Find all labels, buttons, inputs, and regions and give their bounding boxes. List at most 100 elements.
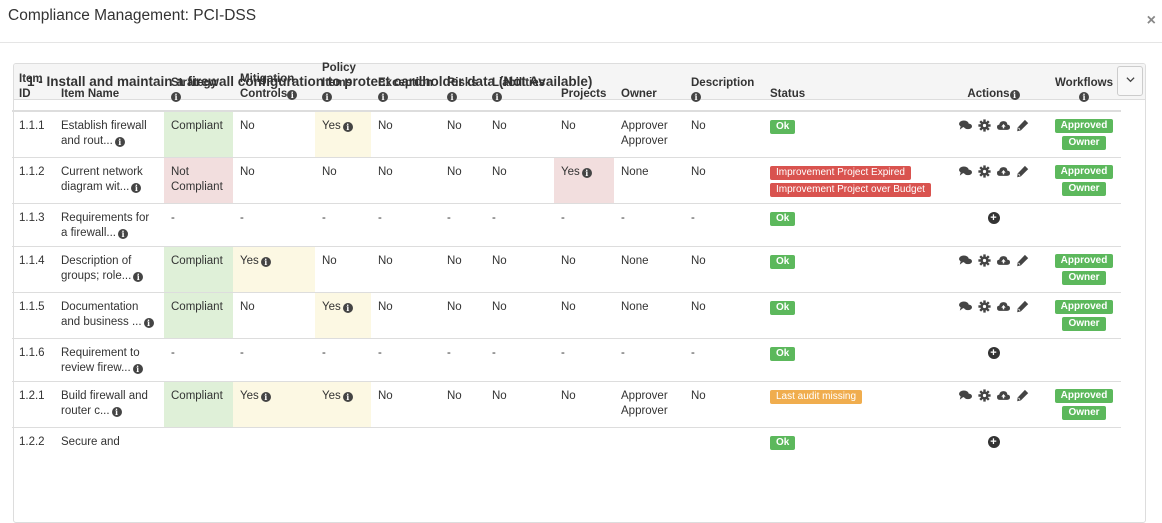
table-row: 1.1.4 Description of groups; role... i Comp…	[12, 245, 1121, 292]
pencil-icon[interactable]	[1016, 254, 1029, 267]
header-row: Item ID Item Name Strategy i Mitigation C…	[12, 61, 1121, 112]
cell-item-name[interactable]: Secure and	[54, 426, 164, 470]
cell-risks: -	[440, 337, 485, 381]
cloud-upload-icon[interactable]	[996, 254, 1010, 267]
pencil-icon[interactable]	[1016, 119, 1029, 132]
workflow-approved-badge[interactable]: Approved	[1054, 388, 1114, 403]
info-icon[interactable]: i	[378, 92, 388, 102]
cell-status: Last audit missing	[763, 380, 940, 427]
cell-liabilities: No	[485, 156, 554, 203]
close-icon[interactable]: ×	[1147, 12, 1156, 30]
workflow-owner-badge[interactable]: Owner	[1062, 136, 1106, 150]
plus-circle-icon[interactable]: +	[987, 346, 1000, 359]
cell-item-id: 1.1.4	[12, 245, 54, 292]
workflow-approved-badge[interactable]: Approved	[1054, 299, 1114, 314]
cell-item-name[interactable]: Build firewall and router c... i	[54, 380, 164, 427]
cell-actions	[940, 245, 1046, 292]
cell-exception: No	[371, 110, 440, 157]
cell-actions	[940, 380, 1046, 427]
cell-status: Improvement Project Expired Improvement P…	[763, 156, 940, 203]
comments-icon[interactable]	[958, 389, 972, 402]
info-icon[interactable]: i	[260, 256, 271, 267]
cell-exception: No	[371, 245, 440, 292]
cell-description: No	[684, 245, 763, 292]
info-icon[interactable]: i	[143, 317, 154, 328]
cell-actions	[940, 156, 1046, 203]
info-icon[interactable]: i	[132, 363, 143, 374]
comments-icon[interactable]	[958, 119, 972, 132]
info-icon[interactable]: i	[691, 92, 701, 102]
cell-projects	[554, 426, 614, 470]
status-badge: Ok	[770, 120, 796, 134]
info-icon[interactable]: i	[342, 391, 353, 402]
cell-projects: -	[554, 337, 614, 381]
info-icon[interactable]: i	[287, 90, 298, 100]
comments-icon[interactable]	[958, 254, 972, 267]
gear-icon[interactable]	[977, 299, 991, 313]
cell-policy	[315, 426, 371, 470]
table-row: 1.2.2 Secure and Ok +	[12, 426, 1121, 470]
cell-liabilities: No	[485, 245, 554, 292]
cell-item-name[interactable]: Requirement to review firew... i	[54, 337, 164, 381]
info-icon[interactable]: i	[260, 391, 271, 402]
info-icon[interactable]: i	[342, 122, 353, 132]
workflow-owner-badge[interactable]: Owner	[1062, 270, 1106, 285]
info-icon[interactable]: i	[111, 406, 122, 417]
cell-projects: Yes i	[554, 156, 614, 203]
cell-item-name[interactable]: Establish firewall and rout... i	[54, 110, 164, 157]
info-icon[interactable]: i	[492, 92, 502, 102]
comments-icon[interactable]	[958, 300, 972, 313]
cloud-upload-icon[interactable]	[996, 389, 1010, 402]
cell-item-name[interactable]: Requirements for a firewall... i	[54, 202, 164, 246]
workflow-approved-badge[interactable]: Approved	[1054, 119, 1114, 133]
plus-circle-icon[interactable]: +	[987, 211, 1000, 224]
cell-item-id: 1.1.5	[12, 291, 54, 338]
pencil-icon[interactable]	[1016, 389, 1029, 402]
info-icon[interactable]: i	[1009, 90, 1020, 100]
cloud-upload-icon[interactable]	[996, 119, 1010, 132]
cell-status: Ok	[763, 202, 940, 246]
cloud-upload-icon[interactable]	[996, 165, 1010, 178]
cell-exception: No	[371, 156, 440, 203]
cell-strategy: Not Compliant	[164, 156, 233, 203]
cell-workflows	[1046, 337, 1121, 381]
cell-item-name[interactable]: Documentation and business ... i	[54, 291, 164, 338]
info-icon[interactable]: i	[322, 92, 332, 102]
cell-workflows: Approved Owner	[1046, 110, 1121, 157]
plus-circle-icon[interactable]: +	[987, 435, 1000, 448]
info-icon[interactable]: i	[581, 167, 592, 178]
cell-description: -	[684, 337, 763, 381]
gear-icon[interactable]	[977, 164, 991, 178]
info-icon[interactable]: i	[131, 182, 142, 193]
cell-owner: -	[614, 337, 684, 381]
info-icon[interactable]: i	[342, 302, 353, 313]
cell-projects: No	[554, 291, 614, 338]
cloud-upload-icon[interactable]	[996, 300, 1010, 313]
workflow-owner-badge[interactable]: Owner	[1062, 181, 1106, 196]
info-icon[interactable]: i	[447, 92, 457, 102]
cell-actions: +	[940, 202, 1046, 246]
comments-icon[interactable]	[958, 165, 972, 178]
pencil-icon[interactable]	[1016, 300, 1029, 313]
cell-liabilities: No	[485, 110, 554, 157]
info-icon[interactable]: i	[133, 271, 144, 282]
status-badge: Ok	[770, 211, 796, 226]
pencil-icon[interactable]	[1016, 165, 1029, 178]
info-icon[interactable]: i	[171, 92, 181, 102]
info-icon[interactable]: i	[117, 228, 128, 239]
gear-icon[interactable]	[977, 253, 991, 267]
gear-icon[interactable]	[977, 388, 991, 402]
info-icon[interactable]: i	[1079, 92, 1089, 102]
gear-icon[interactable]	[977, 119, 991, 132]
col-liabilities: Liabilities i	[485, 61, 554, 112]
workflow-approved-badge[interactable]: Approved	[1054, 164, 1114, 179]
cell-owner: Approver Approver	[614, 110, 684, 157]
cell-projects: -	[554, 202, 614, 246]
cell-item-name[interactable]: Description of groups; role... i	[54, 245, 164, 292]
workflow-owner-badge[interactable]: Owner	[1062, 316, 1106, 331]
cell-strategy: Compliant	[164, 291, 233, 338]
cell-item-name[interactable]: Current network diagram wit... i	[54, 156, 164, 203]
info-icon[interactable]: i	[114, 137, 125, 147]
workflow-approved-badge[interactable]: Approved	[1054, 253, 1114, 268]
workflow-owner-badge[interactable]: Owner	[1062, 405, 1106, 420]
